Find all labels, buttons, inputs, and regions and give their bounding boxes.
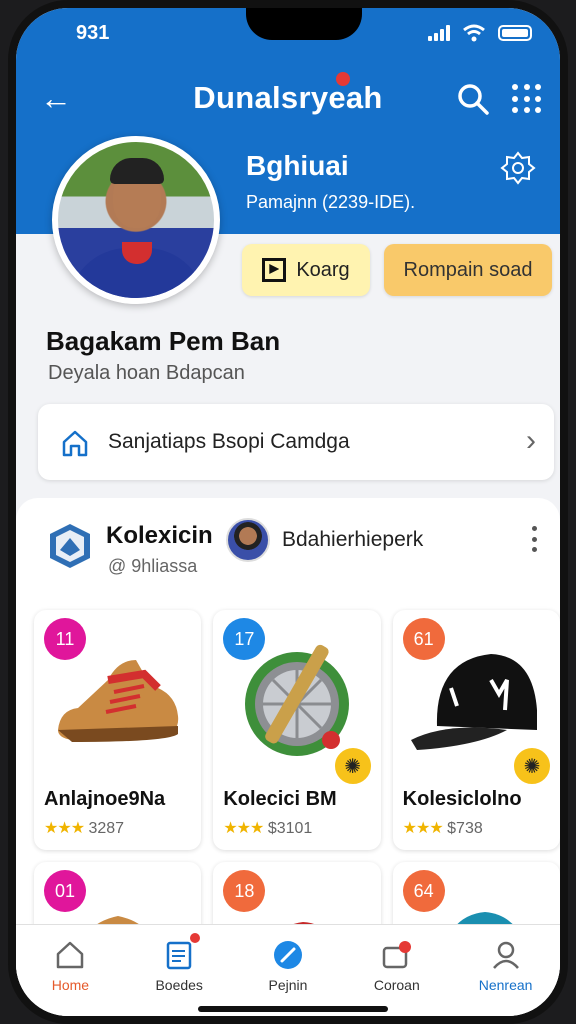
item-number-badge: 11 (44, 618, 86, 660)
profile-avatar[interactable] (52, 136, 220, 304)
tab-boedes[interactable]: Boedes (125, 925, 234, 1016)
collection-card[interactable]: 11 Anlajnoe9Na ★★★ 3287 (34, 610, 202, 850)
search-icon[interactable] (456, 82, 490, 116)
navigation-bar: ← Dunalsryeah (16, 72, 560, 124)
item-price: $3101 (267, 820, 313, 837)
home-icon (57, 941, 84, 969)
document-icon (166, 941, 192, 970)
tab-label: Nenrean (478, 977, 533, 993)
compass-icon (273, 941, 302, 969)
notification-badge (189, 933, 200, 943)
item-number-badge: 64 (402, 870, 445, 912)
tab-label: Coroan (373, 977, 420, 993)
shield-badge-icon (50, 524, 90, 568)
token-icon: ✺ (332, 746, 373, 786)
primary-action-button[interactable]: Rompain soad (384, 244, 552, 296)
status-time: 931 (76, 22, 110, 44)
item-meta: ★★★ $3101 (223, 818, 312, 838)
collection-card[interactable]: 61 ✺ Kolesiclolno ★★★ $738 (392, 610, 560, 850)
home-indicator[interactable] (198, 1006, 388, 1012)
item-name: Anlajnoe9Na (44, 788, 166, 810)
follower-name[interactable]: Bdahierhieperk (282, 528, 423, 552)
apps-grid-icon[interactable] (512, 84, 542, 114)
item-name: Kolecici BM (223, 788, 337, 810)
collection-grid: 11 Anlajnoe9Na ★★★ 3287 17 ✺ Kolecici BM… (34, 610, 560, 850)
koarg-button-label: Koarg (296, 258, 350, 281)
item-meta: ★★★ $738 (403, 818, 483, 838)
settings-gear-icon[interactable] (500, 150, 536, 186)
section-title: Bagakam Pem Ban (46, 326, 281, 356)
info-card[interactable]: Sanjatiaps Bsopi Camdga › (38, 404, 554, 480)
item-price: $738 (447, 820, 483, 837)
tab-label: Pejnin (268, 977, 308, 993)
item-number-badge: 01 (44, 870, 86, 912)
section-subtitle: Deyala hoan Bdapcan (48, 362, 245, 384)
tab-label: Home (51, 977, 90, 993)
tab-label: Boedes (155, 977, 203, 993)
item-price: 3287 (88, 820, 125, 837)
collection-card[interactable]: 17 ✺ Kolecici BM ★★★ $3101 (213, 610, 381, 850)
battery-icon (498, 25, 532, 41)
info-card-label: Sanjatiaps Bsopi Camdga (108, 430, 350, 453)
bottom-tab-bar: Home Boedes Pejnin Coroan Nenrean (16, 924, 560, 1016)
signal-icon (428, 25, 450, 41)
follower-avatar[interactable] (226, 518, 270, 562)
phone-screen: 931 ← Dunalsryeah Bghiuai Pamajnn (2239-… (8, 0, 568, 1024)
camera-icon (382, 941, 411, 969)
item-meta: ★★★ 3287 (44, 818, 124, 838)
tab-home[interactable]: Home (16, 925, 125, 1016)
status-bar: 931 (16, 18, 560, 48)
tab-pejnin[interactable]: Pejnin (234, 925, 343, 1016)
rating-stars: ★★★ (44, 820, 85, 837)
profile-subtitle: Pamajnn (2239-IDE). (246, 192, 416, 212)
rating-stars: ★★★ (402, 820, 444, 837)
chevron-right-icon: › (526, 424, 536, 457)
collection-handle: @ 9hliassa (108, 556, 198, 576)
item-number-badge: 61 (402, 618, 445, 660)
tab-coroan[interactable]: Coroan (342, 925, 451, 1016)
item-name: Kolesiclolno (402, 788, 522, 810)
koarg-button[interactable]: Koarg (242, 244, 370, 296)
more-options-icon[interactable] (530, 526, 538, 552)
token-icon: ✺ (511, 746, 552, 786)
profile-icon (492, 941, 519, 969)
status-icons (428, 24, 532, 42)
rating-stars: ★★★ (223, 820, 264, 837)
collection-title: Kolexicin (106, 522, 213, 549)
wifi-icon (463, 24, 485, 42)
home-outline-icon (62, 430, 88, 457)
notification-dot (336, 72, 350, 86)
profile-name: Bghiuai (246, 150, 349, 181)
flag-icon (262, 258, 287, 282)
tab-nenrean[interactable]: Nenrean (451, 925, 560, 1016)
